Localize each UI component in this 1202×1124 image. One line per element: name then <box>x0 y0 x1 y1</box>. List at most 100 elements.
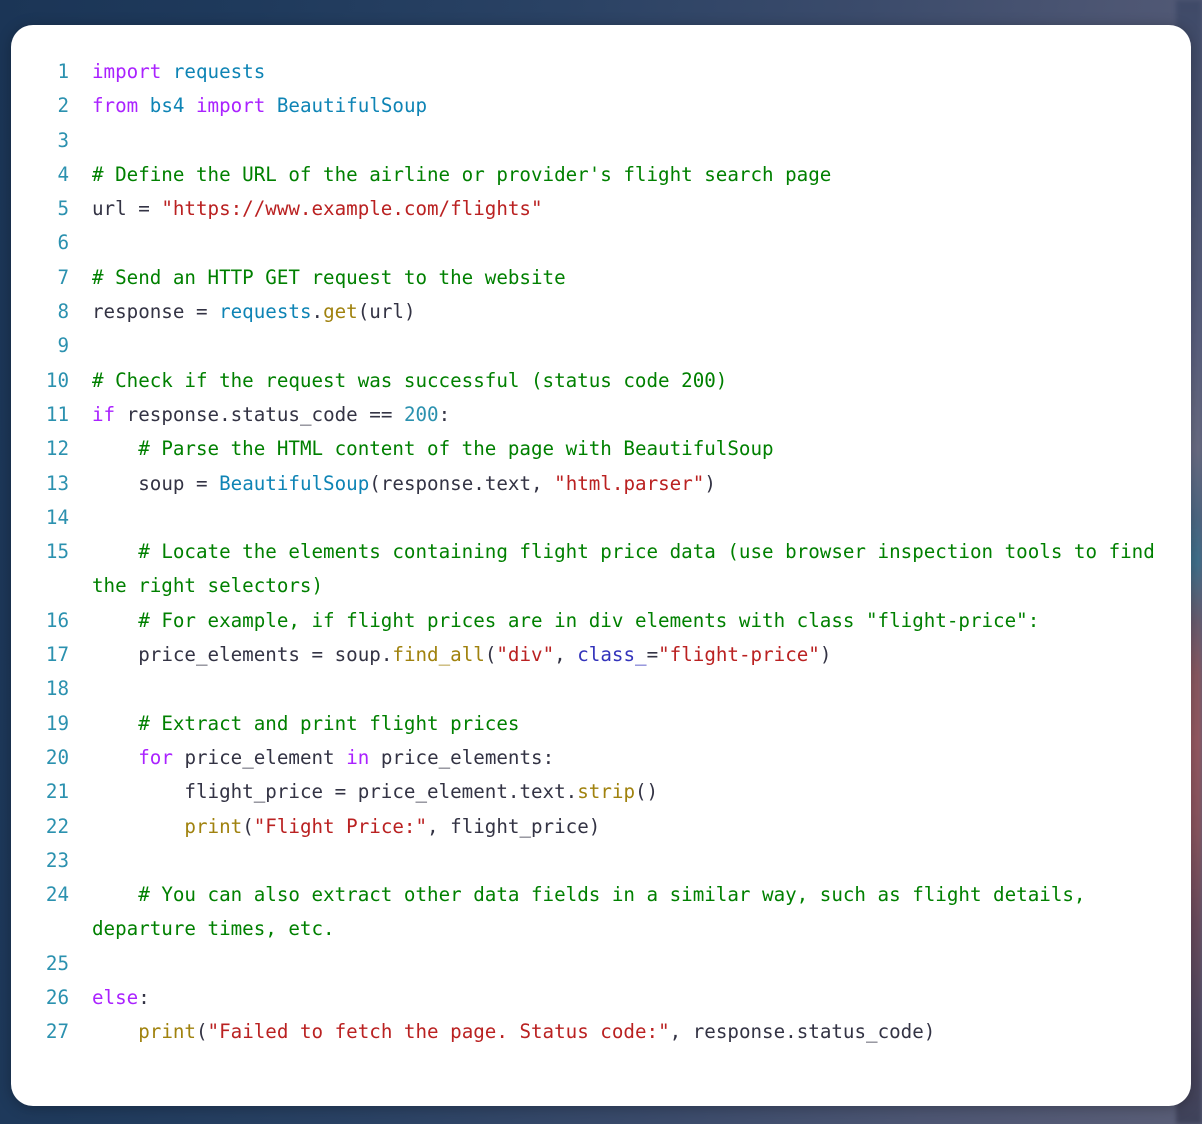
line-number: 10 <box>45 368 69 392</box>
code-line: 15 # Locate the elements containing flig… <box>11 535 1191 604</box>
line-number: 3 <box>57 128 69 152</box>
code-token: print <box>138 1020 196 1044</box>
code-token: "Flight Price:" <box>253 814 428 838</box>
code-token: import <box>92 60 162 83</box>
code-token: "html.parser" <box>554 471 705 495</box>
code-token: status_code <box>230 402 358 426</box>
code-line-text: # Check if the request was successful (s… <box>69 364 1191 398</box>
code-line: 4 # Define the URL of the airline or prov… <box>11 158 1191 192</box>
code-token: soup <box>138 471 185 495</box>
code-line: 8 response = requests.get(url) <box>11 295 1191 329</box>
code-token: # For example, if flight prices are in d… <box>138 608 1040 632</box>
code-token: ( <box>357 300 370 324</box>
line-number: 6 <box>57 231 69 255</box>
code-line: 25 <box>11 947 1191 981</box>
code-block[interactable]: 1 import requests 2 from bs4 import Beautif… <box>11 25 1191 1050</box>
code-token: . <box>507 780 520 804</box>
code-line-text: # Define the URL of the airline or provi… <box>69 158 1191 192</box>
code-line-text: else: <box>69 981 1191 1015</box>
line-number: 27 <box>45 1020 69 1044</box>
code-token: # Define the URL of the airline or provi… <box>92 162 832 186</box>
code-token: in <box>346 745 370 769</box>
code-token: BeautifulSoup <box>276 94 428 118</box>
code-line-text: soup = BeautifulSoup(response.text, "htm… <box>69 467 1191 501</box>
line-number: 8 <box>57 300 69 324</box>
code-token: . <box>473 471 485 495</box>
code-token: if <box>92 402 116 426</box>
line-number: 15 <box>45 540 69 564</box>
code-token: , <box>531 471 555 495</box>
code-token: print <box>184 814 243 838</box>
code-token: , <box>669 1020 693 1044</box>
code-line: 17 price_elements = soup.find_all("div",… <box>11 638 1191 672</box>
code-line: 14 <box>11 501 1191 535</box>
code-line-text: print("Failed to fetch the page. Status … <box>69 1015 1191 1049</box>
line-number: 19 <box>45 711 69 735</box>
code-line: 10 # Check if the request was successful … <box>11 364 1191 398</box>
code-line-text: from bs4 import BeautifulSoup <box>69 89 1191 123</box>
code-token: "https://www.example.com/flights" <box>161 197 543 221</box>
code-token: url <box>369 300 404 324</box>
code-token: # Parse the HTML content of the page wit… <box>138 437 774 461</box>
code-line-text: # Extract and print flight prices <box>69 707 1191 741</box>
code-line-text: # For example, if flight prices are in d… <box>69 604 1191 638</box>
code-line: 20 for price_element in price_elements: <box>11 741 1191 775</box>
code-token: ) <box>819 643 832 667</box>
code-token: . <box>380 643 393 667</box>
code-line: 9 <box>11 329 1191 363</box>
code-token: : <box>138 986 150 1010</box>
code-line: 21 flight_price = price_element.text.str… <box>11 775 1191 809</box>
code-token: = <box>184 471 220 495</box>
line-number: 4 <box>57 162 69 186</box>
code-token: price_element <box>184 745 335 769</box>
code-token: strip <box>577 780 635 804</box>
code-line-text: # Parse the HTML content of the page wit… <box>69 432 1191 466</box>
code-token: else <box>92 986 139 1010</box>
code-token: price_elements <box>138 643 300 667</box>
code-token: # Locate the elements containing flight … <box>92 540 1167 598</box>
line-number: 2 <box>57 94 69 118</box>
code-token: bs4 <box>149 94 185 118</box>
code-token: class_ <box>577 643 647 667</box>
code-token: = <box>126 197 162 221</box>
line-number: 16 <box>45 608 69 632</box>
line-number: 7 <box>57 265 69 289</box>
code-token: flight_price <box>184 780 324 804</box>
code-line: 12 # Parse the HTML content of the page … <box>11 432 1191 466</box>
line-number: 24 <box>45 883 69 907</box>
code-token: import <box>196 94 266 118</box>
line-number: 23 <box>45 848 69 872</box>
code-card: 1 import requests 2 from bs4 import Beautif… <box>11 25 1191 1106</box>
code-token: # Check if the request was successful (s… <box>92 368 728 392</box>
code-token: : <box>438 402 451 426</box>
code-token: text <box>519 780 566 804</box>
code-line: 18 <box>11 672 1191 706</box>
code-line: 23 <box>11 844 1191 878</box>
code-token: price_element <box>357 780 508 804</box>
line-number: 12 <box>45 437 69 461</box>
code-token: soup <box>334 643 381 667</box>
code-token: , <box>427 814 451 838</box>
code-line-text: # Locate the elements containing flight … <box>69 535 1191 604</box>
code-token: # Send an HTTP GET request to the websit… <box>92 265 566 289</box>
code-token: text <box>484 471 532 495</box>
code-token: . <box>565 780 578 804</box>
code-line: 6 <box>11 226 1191 260</box>
